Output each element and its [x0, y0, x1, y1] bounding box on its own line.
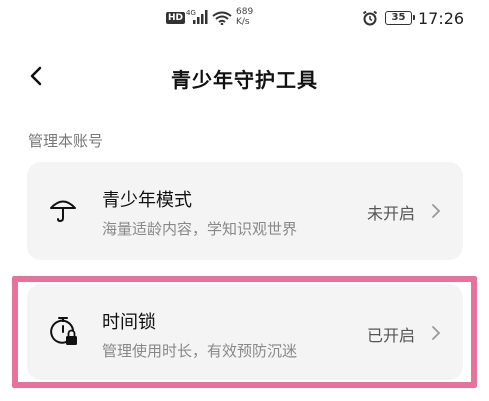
page-title: 青少年守护工具: [171, 68, 318, 92]
status-bar: HD 4G 689 K/s 35 17:26: [0, 0, 489, 40]
network-speed-unit: K/s: [236, 17, 250, 27]
teen-mode-title: 青少年模式: [102, 190, 192, 211]
umbrella-icon: [50, 200, 76, 223]
title-bar: 青少年守护工具: [0, 52, 489, 102]
wifi-icon: [212, 11, 232, 25]
network-speed-value: 689: [236, 7, 254, 17]
section-label: 管理本账号: [28, 132, 104, 150]
chevron-right-icon: [432, 204, 441, 218]
clock: 17:26: [418, 9, 465, 28]
network-speed: 689 K/s: [236, 7, 253, 27]
hd-indicator: HD: [166, 12, 186, 24]
teen-mode-status: 未开启: [366, 204, 415, 223]
highlight-frame: [12, 276, 477, 388]
alarm-icon: [362, 10, 378, 26]
battery-indicator: 35: [385, 11, 415, 25]
signal-icon: [193, 10, 208, 24]
teen-mode-subtitle: 海量适龄内容，学知识观世界: [102, 220, 298, 238]
teen-mode-item[interactable]: 青少年模式 海量适龄内容，学知识观世界 未开启: [27, 162, 463, 260]
